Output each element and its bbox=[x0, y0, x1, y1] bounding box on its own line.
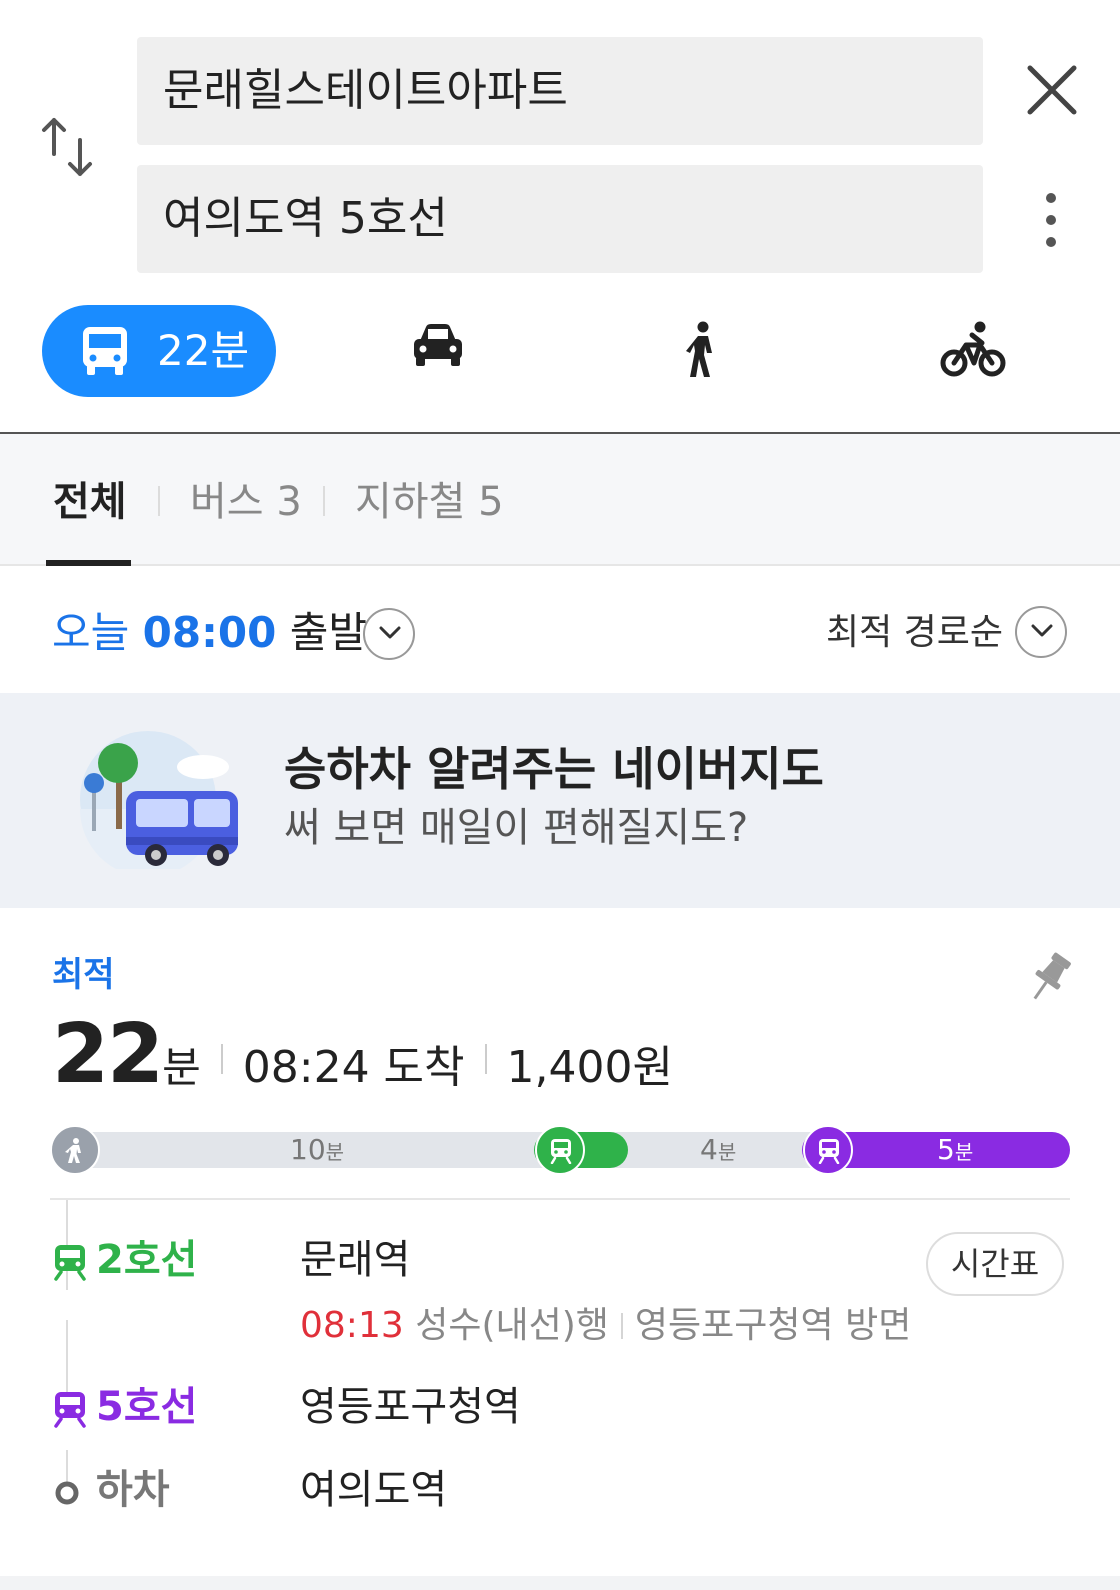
train-direction: 성수(내선)행 bbox=[415, 1305, 609, 1346]
subway-icon bbox=[803, 1125, 853, 1175]
more-options-icon[interactable] bbox=[1036, 190, 1066, 250]
tab-separator bbox=[158, 486, 160, 516]
chevron-down-icon[interactable] bbox=[1015, 606, 1067, 658]
mode-transit-button[interactable]: 22분 bbox=[42, 305, 276, 397]
pin-icon[interactable] bbox=[1030, 952, 1074, 1010]
summary-separator bbox=[484, 1044, 487, 1074]
tab-bus[interactable]: 버스 3 bbox=[190, 478, 302, 526]
walk-icon bbox=[686, 321, 712, 377]
tab-separator bbox=[323, 486, 325, 516]
mode-bike-button[interactable] bbox=[940, 319, 1006, 383]
tab-subway[interactable]: 지하철 5 bbox=[355, 478, 504, 526]
timetable-button[interactable]: 시간표 bbox=[926, 1232, 1064, 1296]
promo-banner[interactable]: 승하차 알려주는 네이버지도 써 보면 매일이 편해질지도? bbox=[0, 693, 1120, 908]
car-icon bbox=[414, 324, 462, 366]
departure-time: 08:00 bbox=[142, 608, 277, 657]
sort-order-selector[interactable]: 최적 경로순 bbox=[826, 608, 1003, 658]
subway-icon bbox=[535, 1125, 585, 1175]
transit-duration: 22분 bbox=[157, 326, 250, 375]
bike-icon bbox=[940, 321, 1006, 377]
timeline-transfer-label: 4분 bbox=[700, 1133, 737, 1166]
destination-input[interactable]: 여의도역 5호선 bbox=[137, 165, 983, 273]
active-tab-indicator bbox=[46, 560, 131, 566]
timeline-line5-label: 5분 bbox=[937, 1133, 974, 1166]
timeline-walk-label: 10분 bbox=[290, 1133, 345, 1166]
line-name: 2호선 bbox=[96, 1237, 198, 1283]
banner-title: 승하차 알려주는 네이버지도 bbox=[284, 742, 824, 796]
summary-separator bbox=[220, 1044, 223, 1074]
banner-subtitle: 써 보면 매일이 편해질지도? bbox=[284, 805, 749, 851]
travel-mode-bar: 22분 bbox=[0, 305, 1120, 397]
bus-icon bbox=[83, 327, 127, 375]
route-summary: 22분 08:24 도착 1,400원 bbox=[52, 1010, 673, 1100]
detail-separator bbox=[620, 1313, 623, 1339]
duration-unit: 분 bbox=[162, 1043, 201, 1092]
mode-walk-button[interactable] bbox=[684, 321, 720, 385]
walk-icon bbox=[50, 1125, 100, 1175]
subway-icon bbox=[54, 1245, 86, 1281]
heading-station: 영등포구청역 방면 bbox=[634, 1305, 912, 1346]
route-search-header: 문래힐스테이트아파트 여의도역 5호선 22분 bbox=[0, 0, 1120, 430]
mode-car-button[interactable] bbox=[410, 321, 466, 375]
best-route-badge: 최적 bbox=[52, 955, 115, 995]
arrival-time: 08:24 도착 bbox=[242, 1042, 465, 1093]
station-name: 문래역 bbox=[300, 1237, 411, 1283]
departure-time-selector[interactable]: 오늘 08:00 출발 bbox=[52, 608, 367, 658]
close-icon[interactable] bbox=[1022, 60, 1082, 120]
swap-direction-icon[interactable] bbox=[38, 110, 100, 186]
route-card[interactable]: 최적 22분 08:24 도착 1,400원 10분 4분 5분 2호선 문래역… bbox=[0, 910, 1120, 1590]
card-bottom-divider bbox=[0, 1576, 1120, 1590]
departure-detail: 08:13 성수(내선)행 영등포구청역 방면 bbox=[300, 1303, 911, 1349]
station-name: 영등포구청역 bbox=[300, 1384, 521, 1430]
subway-icon bbox=[54, 1392, 86, 1428]
fare: 1,400원 bbox=[506, 1042, 673, 1093]
alight-label: 하차 bbox=[96, 1467, 170, 1513]
tab-all[interactable]: 전체 bbox=[53, 478, 127, 526]
departure-options-row: 오늘 08:00 출발 최적 경로순 bbox=[0, 568, 1120, 692]
route-timeline-bar: 10분 4분 5분 bbox=[50, 1125, 1070, 1175]
step-connector bbox=[66, 1320, 68, 1400]
chevron-down-icon[interactable] bbox=[363, 608, 415, 660]
card-divider bbox=[50, 1198, 1070, 1200]
bus-illustration bbox=[80, 731, 238, 869]
departure-label: 출발 bbox=[289, 608, 367, 657]
line-name: 5호선 bbox=[96, 1384, 198, 1430]
route-type-tabs: 전체 버스 3 지하철 5 bbox=[0, 434, 1120, 566]
alight-circle-icon bbox=[55, 1481, 79, 1505]
departure-day: 오늘 bbox=[52, 608, 130, 657]
station-name: 여의도역 bbox=[300, 1467, 448, 1513]
next-departure-time: 08:13 bbox=[300, 1305, 404, 1346]
total-duration: 22 bbox=[52, 1007, 164, 1102]
origin-input[interactable]: 문래힐스테이트아파트 bbox=[137, 37, 983, 145]
